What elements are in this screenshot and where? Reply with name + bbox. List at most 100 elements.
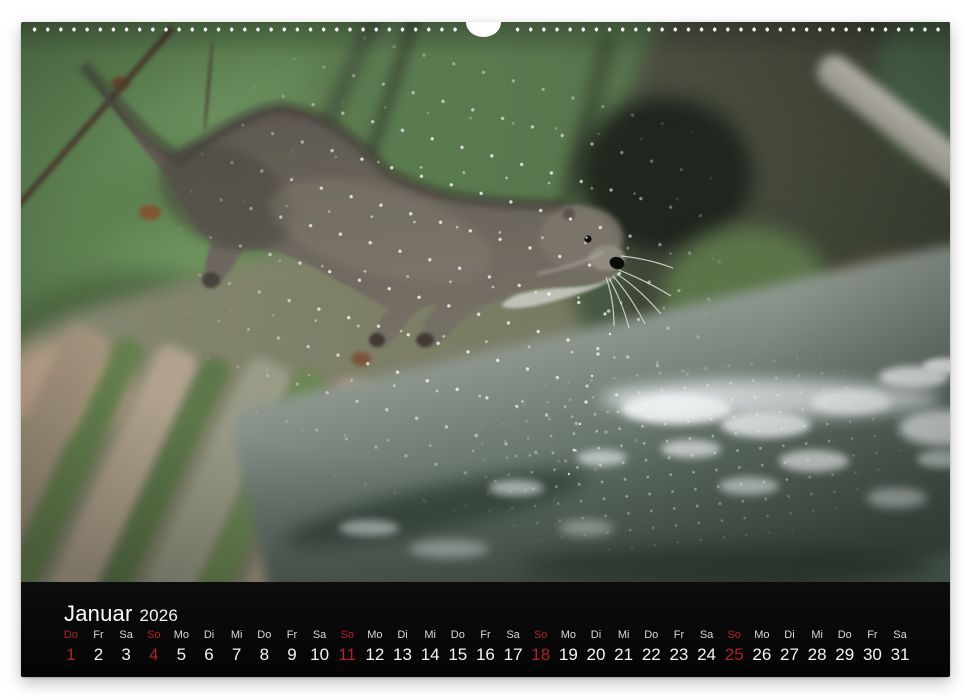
weekday-label: Fr bbox=[859, 629, 887, 641]
day-column-29: Do 29 bbox=[831, 629, 859, 664]
weekday-label: Fr bbox=[665, 629, 693, 641]
day-column-21: Mi 21 bbox=[610, 629, 638, 664]
day-column-2: Fr 2 bbox=[85, 629, 113, 664]
day-number: 18 bbox=[527, 646, 555, 664]
day-number: 7 bbox=[223, 646, 251, 664]
weekday-label: Sa bbox=[306, 629, 334, 641]
day-column-15: Do 15 bbox=[444, 629, 472, 664]
weekday-label: Mo bbox=[555, 629, 583, 641]
day-column-26: Mo 26 bbox=[748, 629, 776, 664]
day-number: 21 bbox=[610, 646, 638, 664]
day-number: 31 bbox=[886, 646, 914, 664]
day-number: 13 bbox=[389, 646, 417, 664]
day-column-17: Sa 17 bbox=[499, 629, 527, 664]
weekday-label: Do bbox=[250, 629, 278, 641]
day-number: 24 bbox=[693, 646, 721, 664]
day-column-19: Mo 19 bbox=[555, 629, 583, 664]
calendar-product-image: Januar2026 Do1Fr2Sa3So4Mo5Di6Mi7Do8Fr9Sa… bbox=[0, 0, 971, 700]
day-number: 23 bbox=[665, 646, 693, 664]
calendar-days-row: Do1Fr2Sa3So4Mo5Di6Mi7Do8Fr9Sa10So11Mo12D… bbox=[57, 629, 914, 664]
day-column-10: Sa 10 bbox=[306, 629, 334, 664]
day-column-7: Mi7 bbox=[223, 629, 251, 664]
day-column-23: Fr 23 bbox=[665, 629, 693, 664]
weekday-label: Mo bbox=[748, 629, 776, 641]
day-column-16: Fr 16 bbox=[472, 629, 500, 664]
calendar-photo bbox=[21, 22, 950, 582]
day-number: 8 bbox=[250, 646, 278, 664]
day-column-1: Do 1 bbox=[57, 629, 85, 664]
day-number: 4 bbox=[140, 646, 168, 664]
weekday-label: Do bbox=[57, 629, 85, 641]
weekday-label: Fr bbox=[278, 629, 306, 641]
day-number: 14 bbox=[416, 646, 444, 664]
day-column-12: Mo 12 bbox=[361, 629, 389, 664]
day-number: 15 bbox=[444, 646, 472, 664]
day-number: 26 bbox=[748, 646, 776, 664]
month-year-title: Januar 2026 bbox=[64, 601, 178, 627]
weekday-label: Di bbox=[195, 629, 223, 641]
weekday-label: So bbox=[527, 629, 555, 641]
weekday-label: So bbox=[720, 629, 748, 641]
day-column-8: Do 8 bbox=[250, 629, 278, 664]
weekday-label: Mo bbox=[168, 629, 196, 641]
weekday-label: Sa bbox=[693, 629, 721, 641]
day-column-4: So 4 bbox=[140, 629, 168, 664]
weekday-label: Do bbox=[637, 629, 665, 641]
weekday-label: Di bbox=[582, 629, 610, 641]
binder-hole-strip bbox=[28, 25, 461, 34]
weekday-label: So bbox=[333, 629, 361, 641]
day-number: 16 bbox=[472, 646, 500, 664]
day-number: 5 bbox=[168, 646, 196, 664]
weekday-label: Do bbox=[444, 629, 472, 641]
day-number: 11 bbox=[333, 646, 361, 664]
weekday-label: Do bbox=[831, 629, 859, 641]
day-number: 12 bbox=[361, 646, 389, 664]
month-title: Januar bbox=[64, 601, 132, 626]
day-column-28: Mi 28 bbox=[803, 629, 831, 664]
day-column-3: Sa 3 bbox=[112, 629, 140, 664]
weekday-label: Mi bbox=[803, 629, 831, 641]
day-number: 9 bbox=[278, 646, 306, 664]
day-column-27: Di 27 bbox=[776, 629, 804, 664]
photo-vignette bbox=[21, 22, 950, 582]
weekday-label: Di bbox=[389, 629, 417, 641]
day-number: 25 bbox=[720, 646, 748, 664]
day-column-6: Di 6 bbox=[195, 629, 223, 664]
day-number: 28 bbox=[803, 646, 831, 664]
weekday-label: Mo bbox=[361, 629, 389, 641]
day-column-13: Di 13 bbox=[389, 629, 417, 664]
day-column-31: Sa 31 bbox=[886, 629, 914, 664]
calendar-footer-bar: Januar2026 Do1Fr2Sa3So4Mo5Di6Mi7Do8Fr9Sa… bbox=[21, 582, 950, 677]
weekday-label: Sa bbox=[112, 629, 140, 641]
weekday-label: Fr bbox=[472, 629, 500, 641]
day-number: 29 bbox=[831, 646, 859, 664]
day-number: 30 bbox=[859, 646, 887, 664]
day-number: 27 bbox=[776, 646, 804, 664]
day-number: 1 bbox=[57, 646, 85, 664]
calendar-page: Januar2026 Do1Fr2Sa3So4Mo5Di6Mi7Do8Fr9Sa… bbox=[21, 22, 950, 677]
weekday-label: Di bbox=[776, 629, 804, 641]
weekday-label: Mi bbox=[416, 629, 444, 641]
day-column-24: Sa 24 bbox=[693, 629, 721, 664]
weekday-label: So bbox=[140, 629, 168, 641]
weekday-label: Sa bbox=[886, 629, 914, 641]
day-column-25: So 25 bbox=[720, 629, 748, 664]
day-number: 6 bbox=[195, 646, 223, 664]
weekday-label: Fr bbox=[85, 629, 113, 641]
day-column-14: Mi 14 bbox=[416, 629, 444, 664]
day-column-18: So 18 bbox=[527, 629, 555, 664]
day-number: 2 bbox=[85, 646, 113, 664]
weekday-label: Sa bbox=[499, 629, 527, 641]
day-number: 10 bbox=[306, 646, 334, 664]
day-number: 22 bbox=[637, 646, 665, 664]
day-column-22: Do 22 bbox=[637, 629, 665, 664]
weekday-label: Mi bbox=[610, 629, 638, 641]
binder-hole-strip bbox=[511, 25, 942, 34]
year-label: 2026 bbox=[139, 606, 178, 625]
day-column-11: So 11 bbox=[333, 629, 361, 664]
day-number: 3 bbox=[112, 646, 140, 664]
day-number: 17 bbox=[499, 646, 527, 664]
day-number: 20 bbox=[582, 646, 610, 664]
day-number: 19 bbox=[555, 646, 583, 664]
day-column-9: Fr 9 bbox=[278, 629, 306, 664]
